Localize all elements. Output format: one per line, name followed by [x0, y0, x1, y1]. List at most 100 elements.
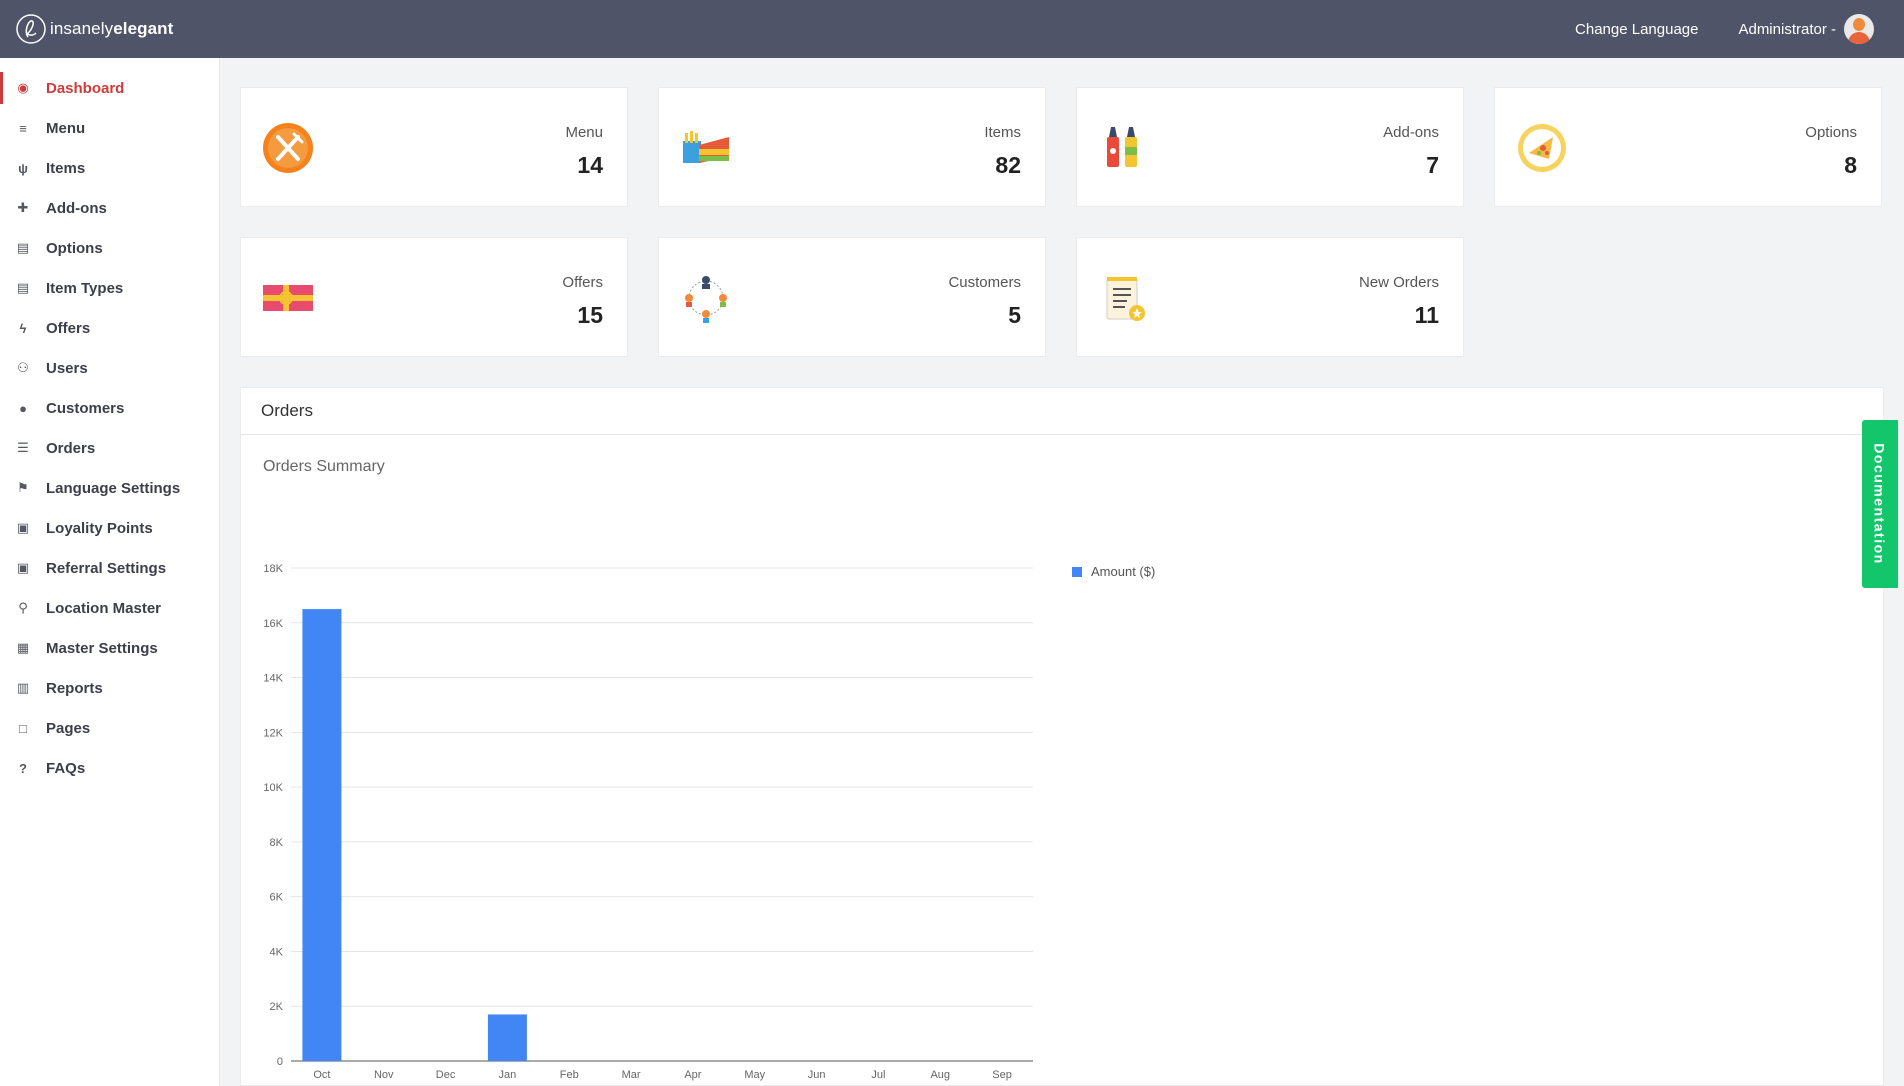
- sidebar-item-options[interactable]: ▤ Options: [0, 228, 219, 268]
- sidebar-item-label: Language Settings: [46, 479, 181, 497]
- stat-card-menu[interactable]: Menu 14: [240, 87, 628, 207]
- x-tick-label: Apr: [684, 1069, 701, 1081]
- sidebar-item-offers[interactable]: ϟ Offers: [0, 308, 219, 348]
- x-tick-label: Feb: [560, 1069, 579, 1081]
- bar-jan: [487, 1014, 527, 1061]
- bar-oct: [302, 609, 342, 1061]
- documentation-tab[interactable]: Documentation: [1862, 420, 1898, 588]
- user-menu[interactable]: Administrator -: [1738, 14, 1874, 44]
- sidebar-item-label: Reports: [46, 679, 103, 697]
- sidebar-item-add-ons[interactable]: ✚ Add-ons: [0, 188, 219, 228]
- gift-icon: ▣: [16, 520, 30, 535]
- sidebar-item-menu[interactable]: ≡ Menu: [0, 108, 219, 148]
- sidebar-item-label: Items: [46, 159, 86, 177]
- y-tick-label: 10K: [263, 782, 283, 794]
- y-tick-label: 8K: [270, 837, 284, 849]
- sidebar-item-master-settings[interactable]: ▦ Master Settings: [0, 628, 219, 668]
- order-notepad-icon: [1099, 273, 1149, 323]
- sidebar-item-label: Orders: [46, 439, 96, 457]
- customers-network-icon: [681, 273, 731, 323]
- sidebar-item-label: Location Master: [46, 599, 162, 617]
- stat-label: Customers: [948, 274, 1021, 291]
- list-icon: ▤: [16, 240, 30, 255]
- stat-card-customers[interactable]: Customers 5: [658, 237, 1046, 357]
- sidebar-item-item-types[interactable]: ▤ Item Types: [0, 268, 219, 308]
- stat-card-items[interactable]: Items 82: [658, 87, 1046, 207]
- list-alt-icon: ☰: [17, 440, 29, 455]
- stat-label: Menu: [565, 124, 603, 141]
- sidebar-item-location-master[interactable]: ⚲ Location Master: [0, 588, 219, 628]
- stat-value: 8: [1844, 152, 1857, 178]
- stat-value: 7: [1426, 152, 1439, 178]
- sidebar-item-label: Users: [46, 359, 88, 377]
- sidebar-nav: ◉ Dashboard ≡ Menu ψ Items ✚ Add-ons ▤ Options ▤ It…: [0, 58, 219, 788]
- x-tick-label: Mar: [622, 1069, 641, 1081]
- stat-label: Options: [1805, 124, 1857, 141]
- sidebar-item-customers[interactable]: ● Customers: [0, 388, 219, 428]
- question-icon: ?: [19, 760, 27, 776]
- fork-knife-icon: [263, 123, 313, 173]
- stat-value: 15: [577, 302, 603, 328]
- x-tick-label: Jun: [808, 1069, 826, 1081]
- dashboard-icon: ◉: [17, 80, 29, 95]
- sidebar-item-label: Dashboard: [46, 79, 125, 97]
- grid-icon: ▦: [16, 640, 30, 655]
- y-tick-label: 14K: [263, 673, 283, 685]
- x-tick-label: Jan: [499, 1069, 517, 1081]
- square-icon: □: [19, 720, 27, 736]
- x-tick-label: Dec: [436, 1069, 456, 1081]
- logo-text: insanelyelegant: [50, 19, 174, 38]
- sidebar-item-label: Add-ons: [46, 199, 107, 217]
- orders-summary-chart: 0 2K 4K 6K 8K 10K 12K 14K 16K 18K Oct Nov Dec Jan Feb M…: [263, 563, 1155, 1081]
- stat-label: Items: [984, 124, 1021, 141]
- stat-value: 14: [577, 152, 603, 178]
- stat-card-offers[interactable]: Offers 15: [240, 237, 628, 357]
- sidebar-item-faqs[interactable]: ? FAQs: [0, 748, 219, 788]
- sidebar-item-users[interactable]: ⚇ Users: [0, 348, 219, 388]
- y-tick-label: 4K: [270, 946, 284, 958]
- y-tick-label: 18K: [263, 563, 283, 575]
- x-tick-label: Jul: [871, 1069, 885, 1081]
- bar-chart-icon: ▥: [16, 680, 30, 695]
- y-tick-label: 6K: [270, 892, 284, 904]
- pizza-slice-icon: [1517, 123, 1567, 173]
- sidebar-item-label: Options: [46, 239, 103, 257]
- brand-logo[interactable]: insanelyelegant: [14, 12, 173, 46]
- sidebar-item-orders[interactable]: ☰ Orders: [0, 428, 219, 468]
- x-tick-label: May: [744, 1069, 765, 1081]
- orders-panel-title: Orders: [241, 388, 1883, 435]
- stat-label: Offers: [562, 274, 603, 291]
- sidebar-item-reports[interactable]: ▥ Reports: [0, 668, 219, 708]
- stat-card-add-ons[interactable]: Add-ons 7: [1076, 87, 1464, 207]
- sidebar-item-label: Item Types: [46, 279, 124, 297]
- list-icon: ▤: [16, 280, 30, 295]
- sidebar-item-label: Referral Settings: [46, 559, 167, 577]
- sidebar-item-loyality-points[interactable]: ▣ Loyality Points: [0, 508, 219, 548]
- sidebar-item-pages[interactable]: □ Pages: [0, 708, 219, 748]
- sidebar-item-dashboard[interactable]: ◉ Dashboard: [0, 68, 219, 108]
- stat-card-new-orders[interactable]: New Orders 11: [1076, 237, 1464, 357]
- y-tick-label: 0: [277, 1056, 283, 1068]
- plus-icon: ✚: [17, 200, 29, 215]
- stat-card-options[interactable]: Options 8: [1494, 87, 1882, 207]
- logo-mark-icon: [16, 14, 46, 44]
- sidebar-item-language-settings[interactable]: ⚑ Language Settings: [0, 468, 219, 508]
- y-tick-label: 12K: [263, 727, 283, 739]
- sidebar-item-referral-settings[interactable]: ▣ Referral Settings: [0, 548, 219, 588]
- sidebar-item-items[interactable]: ψ Items: [0, 148, 219, 188]
- top-navbar: insanelyelegant Change Language Administ…: [0, 0, 1904, 58]
- y-tick-label: 16K: [263, 618, 283, 630]
- sidebar-item-label: Offers: [46, 319, 91, 337]
- sidebar-item-label: Customers: [46, 399, 125, 417]
- utensils-icon: ψ: [18, 160, 28, 176]
- change-language-link[interactable]: Change Language: [1575, 21, 1698, 38]
- legend-swatch: [1072, 567, 1082, 577]
- x-tick-label: Oct: [313, 1069, 330, 1081]
- stat-label: New Orders: [1358, 274, 1439, 291]
- bolt-icon: ϟ: [19, 320, 27, 336]
- avatar[interactable]: [1844, 14, 1874, 44]
- user-name: Administrator -: [1738, 20, 1836, 38]
- stat-value: 82: [995, 152, 1021, 178]
- sidebar-item-label: Pages: [46, 719, 91, 737]
- stat-label: Add-ons: [1383, 124, 1439, 141]
